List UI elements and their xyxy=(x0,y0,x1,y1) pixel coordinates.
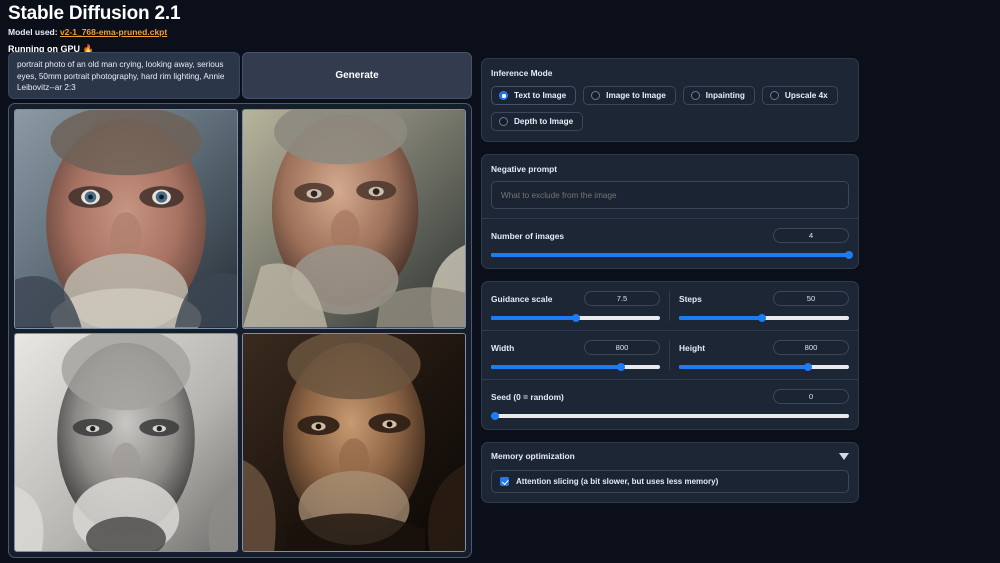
radio-label: Inpainting xyxy=(705,91,745,100)
slider-track xyxy=(491,413,849,418)
page-title: Stable Diffusion 2.1 xyxy=(8,3,181,24)
steps-slider[interactable] xyxy=(679,313,849,322)
number-of-images-group: Number of images 4 xyxy=(491,228,853,259)
height-value[interactable]: 800 xyxy=(773,340,849,355)
width-slider[interactable] xyxy=(491,362,660,371)
stable-diffusion-app: Stable Diffusion 2.1 Model used: v2-1_76… xyxy=(0,0,1000,563)
steps-value[interactable]: 50 xyxy=(773,291,849,306)
number-of-images-label: Number of images xyxy=(491,230,565,241)
negative-prompt-group: Negative prompt xyxy=(491,164,849,209)
number-of-images-value[interactable]: 4 xyxy=(773,228,849,243)
prompt-input[interactable]: portrait photo of an old man crying, loo… xyxy=(8,52,240,99)
divider xyxy=(482,218,858,219)
divider xyxy=(482,330,858,331)
inference-mode-label: Inference Mode xyxy=(491,68,553,78)
memory-optimization-label: Memory optimization xyxy=(491,451,575,461)
image-gallery xyxy=(8,103,472,558)
radio-label: Depth to Image xyxy=(514,117,574,126)
radio-dot-icon xyxy=(769,91,779,100)
guidance-scale-group: Guidance scale 7.5 xyxy=(491,291,670,322)
radio-dot-icon xyxy=(690,91,700,100)
seed-group: Seed (0 = random) 0 xyxy=(491,389,849,420)
steps-group: Steps 50 xyxy=(670,291,849,322)
slider-fill xyxy=(491,315,576,320)
slider-thumb[interactable] xyxy=(617,362,626,371)
memory-optimization-header[interactable]: Memory optimization xyxy=(491,451,849,461)
width-label: Width xyxy=(491,342,515,353)
radio-label: Image to Image xyxy=(606,91,666,100)
slider-thumb[interactable] xyxy=(491,411,499,420)
radio-dot-icon xyxy=(499,91,508,100)
attention-slicing-checkbox[interactable] xyxy=(500,477,509,486)
guidance-steps-row: Guidance scale 7.5 Steps 50 xyxy=(491,291,849,322)
generated-image-1[interactable] xyxy=(14,109,238,329)
divider xyxy=(482,379,858,380)
slider-fill xyxy=(679,315,763,320)
seed-value[interactable]: 0 xyxy=(773,389,849,404)
negative-prompt-label: Negative prompt xyxy=(491,164,558,174)
inference-mode-panel: Inference Mode Text to Image Image to Im… xyxy=(481,58,859,142)
radio-text-to-image[interactable]: Text to Image xyxy=(491,86,577,105)
generated-image-2[interactable] xyxy=(242,109,466,329)
seed-label: Seed (0 = random) xyxy=(491,391,564,402)
radio-upscale-4x[interactable]: Upscale 4x xyxy=(761,86,838,105)
app-header: Stable Diffusion 2.1 Model used: v2-1_76… xyxy=(8,3,478,55)
radio-dot-icon xyxy=(591,91,601,100)
guidance-scale-slider[interactable] xyxy=(491,313,660,322)
radio-dot-icon xyxy=(499,117,508,126)
model-checkpoint-link[interactable]: v2-1_768-ema-pruned.ckpt xyxy=(60,27,167,37)
generate-button[interactable]: Generate xyxy=(242,52,472,99)
model-used-label: Model used: xyxy=(8,27,60,37)
slider-fill xyxy=(491,364,622,369)
slider-fill xyxy=(491,252,849,257)
width-height-row: Width 800 Height 800 xyxy=(491,340,849,371)
slider-fill xyxy=(679,364,809,369)
radio-inpainting[interactable]: Inpainting xyxy=(682,86,755,105)
slider-thumb[interactable] xyxy=(804,362,813,371)
radio-depth-to-image[interactable]: Depth to Image xyxy=(491,112,584,131)
height-label: Height xyxy=(679,342,706,353)
negative-prompt-panel: Negative prompt Number of images 4 xyxy=(481,154,859,269)
height-group: Height 800 xyxy=(670,340,849,371)
generated-image-3[interactable] xyxy=(14,332,238,552)
attention-slicing-label: Attention slicing (a bit slower, but use… xyxy=(516,477,719,486)
radio-image-to-image[interactable]: Image to Image xyxy=(583,86,676,105)
radio-label: Text to Image xyxy=(514,91,567,100)
steps-label: Steps xyxy=(679,293,702,304)
radio-label: Upscale 4x xyxy=(784,91,828,100)
memory-optimization-panel: Memory optimization Attention slicing (a… xyxy=(481,442,859,503)
slider-thumb[interactable] xyxy=(845,250,853,259)
width-value[interactable]: 800 xyxy=(584,340,660,355)
guidance-scale-value[interactable]: 7.5 xyxy=(584,291,660,306)
right-column: Inference Mode Text to Image Image to Im… xyxy=(481,58,859,515)
attention-slicing-row[interactable]: Attention slicing (a bit slower, but use… xyxy=(491,470,849,493)
model-used-line: Model used: v2-1_768-ema-pruned.ckpt xyxy=(8,27,478,37)
prompt-row: portrait photo of an old man crying, loo… xyxy=(8,52,472,99)
seed-slider[interactable] xyxy=(491,411,849,420)
chevron-down-icon[interactable] xyxy=(839,452,849,460)
width-group: Width 800 xyxy=(491,340,670,371)
slider-thumb[interactable] xyxy=(571,313,580,322)
number-of-images-slider[interactable] xyxy=(491,250,853,259)
generation-parameters-panel: Guidance scale 7.5 Steps 50 Width 800 He… xyxy=(481,281,859,430)
generated-image-4[interactable] xyxy=(242,332,466,552)
left-column: portrait photo of an old man crying, loo… xyxy=(8,52,472,558)
height-slider[interactable] xyxy=(679,362,849,371)
inference-mode-options: Text to Image Image to Image Inpainting … xyxy=(491,86,849,131)
slider-thumb[interactable] xyxy=(758,313,767,322)
negative-prompt-input[interactable] xyxy=(491,181,849,209)
guidance-scale-label: Guidance scale xyxy=(491,293,553,304)
